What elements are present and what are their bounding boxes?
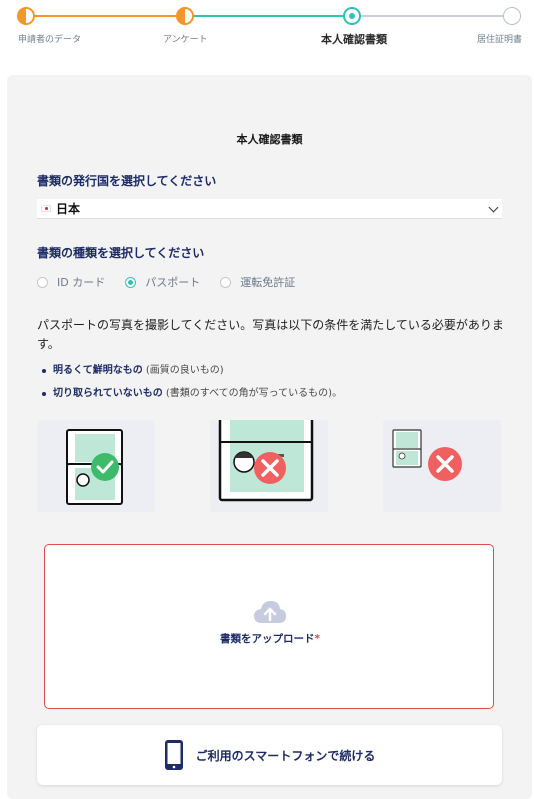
- passport-cropped-example: [210, 420, 328, 512]
- condition-title: 切り取られていないもの: [53, 388, 163, 399]
- stepper-line-current: [192, 15, 344, 17]
- step-3-label: 本人確認書類: [321, 33, 387, 46]
- required-mark: *: [314, 633, 321, 645]
- radio-id-card[interactable]: ID カード: [37, 274, 105, 290]
- step-3-marker-icon: [343, 7, 361, 25]
- continue-on-smartphone-label: ご利用のスマートフォンで続ける: [195, 748, 376, 763]
- passport-cropped-example-icon: [218, 420, 314, 502]
- stepper-line-done: [26, 15, 182, 17]
- radio-passport[interactable]: パスポート: [125, 274, 200, 290]
- upload-label: 書類をアップロード*: [45, 631, 495, 646]
- upload-label-text: 書類をアップロード: [220, 633, 315, 645]
- card-title: 本人確認書類: [236, 133, 303, 146]
- radio-drivers-license[interactable]: 運転免許証: [220, 274, 295, 290]
- country-select[interactable]: 日本: [37, 199, 502, 219]
- doc-type-radio-group: ID カード パスポート 運転免許証: [37, 274, 315, 290]
- condition-note: (画質の良いもの): [142, 365, 224, 376]
- step-4-label: 居住証明書: [477, 35, 523, 45]
- country-select-value: 日本: [56, 202, 81, 216]
- doc-type-label: 書類の種類を選択してください: [37, 246, 205, 260]
- step-1-label: 申請者のデータ: [18, 35, 82, 45]
- step-1-marker-icon: [17, 7, 35, 25]
- radio-button-icon: [220, 276, 232, 288]
- smartphone-icon: [164, 740, 183, 770]
- photo-instructions: パスポートの写真を撮影してください。写真は以下の条件を満たしている必要があります…: [37, 318, 504, 351]
- radio-button-icon: [37, 276, 48, 288]
- step-4-marker-icon: [503, 7, 521, 25]
- condition-title: 明るくて鮮明なもの: [53, 365, 143, 376]
- radio-label: 運転免許証: [240, 276, 296, 289]
- country-label: 書類の発行国を選択してください: [37, 174, 217, 188]
- step-2-label: アンケート: [163, 35, 208, 45]
- progress-stepper: 申請者のデータ アンケート 本人確認書類 居住証明書: [0, 0, 534, 60]
- continue-on-smartphone-button[interactable]: ご利用のスマートフォンで続ける: [37, 725, 502, 785]
- passport-good-example-icon: [66, 429, 123, 505]
- radio-label: ID カード: [57, 276, 106, 289]
- radio-label: パスポート: [145, 276, 201, 289]
- list-item: 明るくて鮮明なもの (画質の良いもの): [37, 359, 507, 382]
- step-2-marker-icon: [176, 7, 194, 25]
- photo-conditions-list: 明るくて鮮明なもの (画質の良いもの) 切り取られていないもの (書類のすべての…: [37, 359, 507, 405]
- identity-document-card: 本人確認書類 書類の発行国を選択してください 日本 書類の種類を選択してください…: [7, 75, 532, 799]
- japan-flag-icon: [41, 205, 51, 212]
- list-item: 切り取られていないもの (書類のすべての角が写っているもの)。: [37, 382, 507, 405]
- passport-small-example-icon: [392, 429, 462, 481]
- cloud-upload-icon: [254, 601, 286, 623]
- condition-note: (書類のすべての角が写っているもの)。: [162, 388, 343, 399]
- document-upload-dropzone[interactable]: 書類をアップロード*: [44, 544, 494, 709]
- radio-button-selected-icon: [125, 276, 137, 288]
- passport-small-example: [383, 420, 501, 512]
- stepper-line-todo: [360, 15, 505, 17]
- chevron-down-icon: [488, 202, 499, 213]
- passport-good-example: [37, 420, 155, 512]
